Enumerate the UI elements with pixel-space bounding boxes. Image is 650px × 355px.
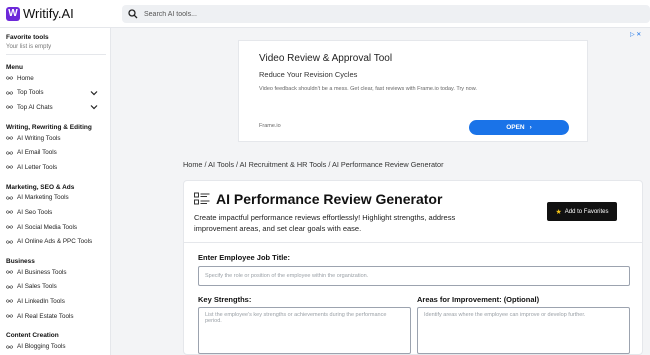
infinity-icon: [6, 298, 13, 305]
chevron-down-icon[interactable]: [90, 104, 98, 110]
infinity-icon: [6, 224, 13, 231]
infinity-icon: [6, 313, 13, 320]
sidebar-item-ai-email-tools[interactable]: AI Email Tools: [6, 145, 110, 160]
sidebar-section-title: Content Creation: [6, 332, 59, 340]
improvement-areas-textarea[interactable]: [417, 307, 630, 354]
sidebar-item-ai-online-ads-ppc-tools[interactable]: AI Online Ads & PPC Tools: [6, 234, 110, 249]
sidebar-item-label: AI Writing Tools: [17, 134, 61, 142]
infinity-icon: [6, 343, 13, 350]
sidebar-item-label: AI Blogging Tools: [17, 343, 66, 351]
divider: [184, 242, 642, 243]
sidebar-item-label: Home: [17, 74, 34, 82]
job-title-input[interactable]: [198, 266, 630, 286]
breadcrumb-home[interactable]: Home: [183, 160, 202, 169]
sidebar-item-top-ai-chats[interactable]: Top AI Chats: [6, 100, 110, 115]
sidebar-item-label: AI Online Ads & PPC Tools: [17, 238, 93, 246]
infinity-icon: [6, 269, 13, 276]
infinity-icon: [6, 283, 13, 290]
sidebar-item-label: AI Real Estate Tools: [17, 312, 74, 320]
brand-name: Writify.AI: [23, 6, 74, 21]
infinity-icon: [6, 75, 13, 82]
sidebar-item-ai-writing-tools[interactable]: AI Writing Tools: [6, 131, 110, 146]
sidebar-item-label: AI Email Tools: [17, 149, 57, 157]
sidebar-item-ai-social-media-tools[interactable]: AI Social Media Tools: [6, 220, 110, 235]
infinity-icon: [6, 194, 13, 201]
sidebar: Favorite tools Your list is empty Menu Ho…: [0, 28, 111, 355]
infinity-icon: [6, 149, 13, 156]
sidebar-item-ai-real-estate-tools[interactable]: AI Real Estate Tools: [6, 309, 110, 324]
infinity-icon: [6, 89, 13, 96]
add-to-favorites-button[interactable]: ★ Add to Favorites: [547, 202, 617, 221]
sidebar-item-label: AI Sales Tools: [17, 283, 57, 291]
sidebar-section-title: Business: [6, 257, 35, 265]
search-bar[interactable]: [122, 5, 650, 23]
breadcrumb: Home / AI Tools / AI Recruitment & HR To…: [183, 160, 444, 169]
job-title-label: Enter Employee Job Title:: [198, 253, 290, 262]
sidebar-item-ai-sales-tools[interactable]: AI Sales Tools: [6, 280, 110, 295]
ad-description: Video feedback shouldn't be a mess. Get …: [259, 86, 477, 92]
ad-subtitle: Reduce Your Revision Cycles: [259, 70, 358, 79]
sidebar-item-ai-letter-tools[interactable]: AI Letter Tools: [6, 160, 110, 175]
sidebar-item-label: AI Business Tools: [17, 268, 67, 276]
key-strengths-textarea[interactable]: [198, 307, 411, 354]
sidebar-item-ai-blogging-tools[interactable]: AI Blogging Tools: [6, 339, 110, 354]
chevron-right-icon: ›: [529, 124, 532, 131]
sidebar-item-ai-seo-tools[interactable]: AI Seo Tools: [6, 205, 110, 220]
sidebar-item-label: AI Social Media Tools: [17, 223, 78, 231]
search-input[interactable]: [144, 10, 544, 18]
page-title-row: AI Performance Review Generator: [194, 191, 442, 207]
breadcrumb-current: AI Performance Review Generator: [332, 160, 444, 169]
adchoices-icon[interactable]: ▷ ✕: [630, 31, 641, 38]
sidebar-item-label: AI Seo Tools: [17, 208, 53, 216]
logo-mark: W: [6, 6, 20, 21]
sidebar-item-ai-marketing-tools[interactable]: AI Marketing Tools: [6, 191, 110, 206]
star-icon: ★: [555, 208, 562, 216]
sidebar-item-home[interactable]: Home: [6, 71, 110, 86]
sidebar-section-title: Menu: [6, 64, 23, 71]
key-strengths-label: Key Strengths:: [198, 295, 252, 304]
sidebar-section-title: Marketing, SEO & Ads: [6, 183, 75, 191]
sidebar-item-label: AI LinkedIn Tools: [17, 297, 65, 305]
top-bar: W Writify.AI: [0, 0, 650, 28]
infinity-icon: [6, 238, 13, 245]
ad-banner[interactable]: Video Review & Approval Tool Reduce Your…: [238, 40, 588, 142]
favorites-empty-text: Your list is empty: [6, 44, 52, 50]
chevron-down-icon[interactable]: [90, 90, 98, 96]
form-list-icon: [194, 192, 210, 205]
ad-open-label: OPEN: [506, 124, 525, 131]
add-to-favorites-label: Add to Favorites: [564, 208, 609, 215]
tool-description: Create impactful performance reviews eff…: [194, 213, 456, 233]
ad-title[interactable]: Video Review & Approval Tool: [259, 53, 392, 64]
divider: [6, 54, 106, 55]
ad-domain: Frame.io: [259, 123, 281, 129]
sidebar-item-label: AI Letter Tools: [17, 163, 58, 171]
sidebar-item-ai-business-tools[interactable]: AI Business Tools: [6, 265, 110, 280]
search-icon: [128, 9, 138, 19]
sidebar-item-top-tools[interactable]: Top Tools: [6, 86, 110, 101]
ad-open-button[interactable]: OPEN ›: [469, 120, 569, 135]
sidebar-item-ai-linkedin-tools[interactable]: AI LinkedIn Tools: [6, 294, 110, 309]
infinity-icon: [6, 209, 13, 216]
page-title: AI Performance Review Generator: [216, 191, 443, 207]
improvement-areas-label: Areas for Improvement: (Optional): [417, 295, 540, 304]
tool-card: AI Performance Review Generator Create i…: [183, 180, 643, 355]
infinity-icon: [6, 104, 13, 111]
sidebar-item-label: AI Marketing Tools: [17, 194, 69, 202]
breadcrumb-hr-tools[interactable]: AI Recruitment & HR Tools: [240, 160, 327, 169]
sidebar-item-label: Top Tools: [17, 89, 44, 97]
sidebar-section-title: Writing, Rewriting & Editing: [6, 123, 92, 131]
favorites-title: Favorite tools: [6, 34, 49, 41]
logo[interactable]: W Writify.AI: [6, 6, 116, 21]
infinity-icon: [6, 164, 13, 171]
sidebar-item-label: Top AI Chats: [17, 103, 53, 111]
breadcrumb-ai-tools[interactable]: AI Tools: [208, 160, 234, 169]
infinity-icon: [6, 135, 13, 142]
